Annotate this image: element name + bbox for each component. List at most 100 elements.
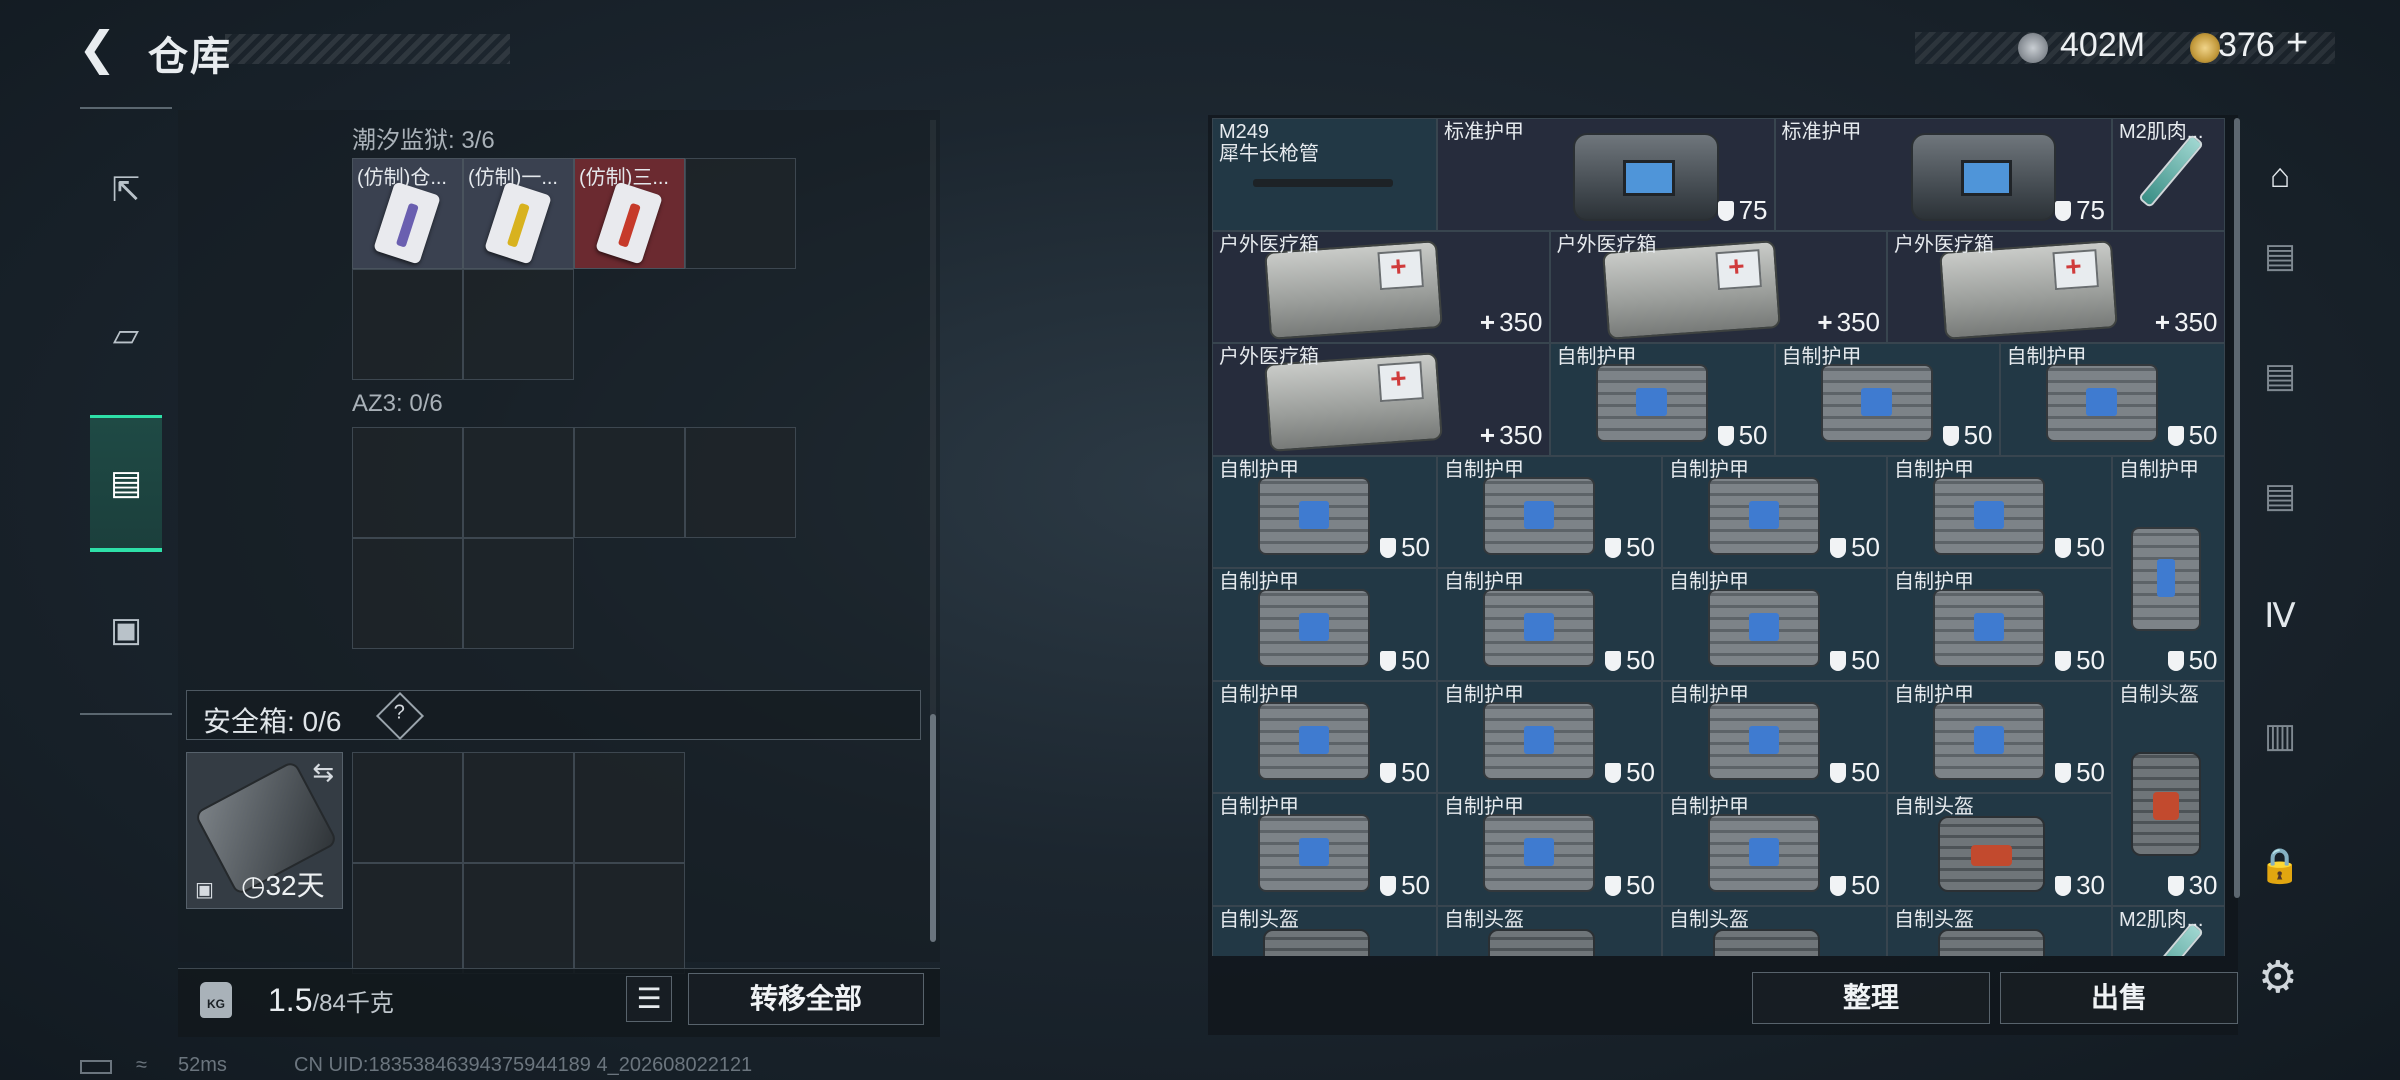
inventory-item[interactable]: 自制护甲 50 (1662, 680, 1887, 793)
keycard-image (595, 181, 663, 265)
armor-plate (1748, 613, 1780, 642)
heal-plus-icon: + (1479, 307, 1496, 337)
item-value-number: 350 (1836, 307, 1880, 337)
settings-gear-icon[interactable]: ⚙ (2258, 952, 2297, 1003)
empty-slot[interactable] (574, 752, 685, 863)
inventory-item[interactable]: 户外医疗箱 +350 (1887, 230, 2225, 343)
empty-slot[interactable] (574, 863, 685, 974)
storage-5-icon[interactable]: ▥ (2254, 710, 2306, 762)
inventory-item[interactable]: 户外医疗箱 +350 (1212, 343, 1550, 456)
inventory-item[interactable]: 自制护甲 50 (1999, 343, 2225, 456)
item-label: 标准护甲 (1444, 121, 1524, 143)
inventory-item[interactable]: 自制护甲 50 (1437, 455, 1662, 568)
gear-tab[interactable]: ▱ (90, 285, 162, 385)
inventory-item[interactable]: 自制护甲 50 (1662, 455, 1887, 568)
empty-slot[interactable] (352, 863, 463, 974)
item-value-number: 50 (2188, 419, 2218, 450)
tide-item[interactable]: (仿制)一... (463, 158, 574, 269)
inventory-item[interactable]: M249 犀牛长枪管 (1212, 118, 1437, 231)
shield-icon (2167, 875, 2184, 896)
inventory-item[interactable]: 自制护甲 50 (1662, 793, 1887, 906)
empty-slot[interactable] (352, 752, 463, 863)
inventory-item[interactable]: 自制护甲 50 (1887, 455, 2112, 568)
inventory-item[interactable]: 自制护甲 50 (1437, 793, 1662, 906)
item-value: 50 (1380, 870, 1430, 901)
list-view-button[interactable]: ☰ (626, 976, 672, 1022)
inventory-item[interactable]: 自制护甲 50 (1887, 680, 2112, 793)
inventory-item[interactable]: 标准护甲 75 (1437, 118, 1775, 231)
empty-slot[interactable] (463, 752, 574, 863)
vest-image (1933, 476, 2045, 555)
armor-icon: ▱ (112, 316, 140, 354)
swap-icon[interactable]: ⇆ (312, 757, 334, 788)
inventory-item[interactable]: 自制护甲 50 (1437, 680, 1662, 793)
back-icon[interactable]: ❮ (78, 25, 122, 71)
add-gold-button[interactable]: + (2286, 22, 2308, 65)
empty-slot[interactable] (352, 427, 463, 538)
inventory-item[interactable]: 自制护甲 50 (1549, 343, 1775, 456)
helm-image (1937, 928, 2045, 956)
empty-slot[interactable] (685, 158, 796, 269)
item-label: 自制护甲 (1894, 571, 1974, 593)
inventory-item[interactable]: 自制护甲 50 (1437, 568, 1662, 681)
inventory-item[interactable]: 自制头盔 30 (2112, 680, 2225, 906)
weapon-tab[interactable]: ⇱ (90, 140, 162, 240)
empty-slot[interactable] (463, 427, 574, 538)
inventory-item[interactable]: 标准护甲 75 (1774, 118, 2112, 231)
item-label: 自制护甲 (1669, 796, 1749, 818)
inventory-item[interactable]: 户外医疗箱 +350 (1212, 230, 1550, 343)
inventory-item[interactable]: 自制头盔 30 (1887, 793, 2112, 906)
armor-plate (1523, 500, 1555, 529)
dome-icon[interactable]: ⌂ (2254, 150, 2306, 202)
empty-slot[interactable] (463, 863, 574, 974)
shield-icon (1830, 650, 1847, 671)
inventory-item[interactable]: M2肌肉... (2112, 118, 2225, 231)
empty-slot[interactable] (574, 427, 685, 538)
inventory-item[interactable]: 自制护甲 50 (1212, 793, 1437, 906)
sell-button[interactable]: 出售 (2000, 972, 2238, 1024)
vest-image (1258, 814, 1370, 892)
vest-image (1933, 589, 2045, 667)
backpack-tab[interactable]: ▤ (90, 415, 162, 552)
inventory-item[interactable]: M2肌肉... (2112, 905, 2225, 956)
item-value-number: 50 (1738, 419, 1768, 450)
empty-slot[interactable] (352, 269, 463, 380)
storage-scrollbar[interactable] (2234, 118, 2240, 898)
inventory-item[interactable]: 自制护甲 50 (1887, 568, 2112, 681)
item-value-number: 30 (2076, 869, 2105, 900)
sort-button[interactable]: 整理 (1752, 972, 1990, 1024)
safe-box-label: 安全箱: 0/6 (203, 706, 342, 737)
storage-1-icon[interactable]: ▤ (2254, 230, 2306, 282)
inventory-item[interactable]: 自制护甲 50 (1662, 568, 1887, 681)
transfer-all-button[interactable]: 转移全部 (688, 973, 924, 1025)
empty-slot[interactable] (685, 427, 796, 538)
safe-box-item[interactable]: ⇆ ▣ ◷32天 (186, 752, 343, 909)
empty-slot[interactable] (463, 538, 574, 649)
inventory-item[interactable]: 户外医疗箱 +350 (1549, 230, 1887, 343)
tide-item[interactable]: (仿制)仓... (352, 158, 463, 269)
safe-duration: ◷32天 (241, 870, 325, 901)
loadout-scrollbar[interactable] (930, 714, 936, 942)
storage-2-icon[interactable]: ▤ (2254, 350, 2306, 402)
storage-3-icon[interactable]: ▤ (2254, 470, 2306, 522)
inventory-item[interactable]: 自制头盔 (1662, 905, 1887, 956)
inventory-item[interactable]: 自制头盔 (1212, 905, 1437, 956)
item-label: 自制护甲 (1669, 458, 1749, 481)
clock-icon: ◷ (241, 870, 266, 901)
inventory-item[interactable]: 自制护甲 50 (1212, 568, 1437, 681)
case-tab[interactable]: ▣ (90, 580, 162, 680)
inventory-item[interactable]: 自制护甲 50 (1212, 680, 1437, 793)
help-button[interactable]: ? (375, 691, 425, 741)
empty-slot[interactable] (463, 269, 574, 380)
tide-item[interactable]: (仿制)三... (574, 158, 685, 269)
empty-slot[interactable] (352, 538, 463, 649)
storage-4-icon[interactable]: Ⅳ (2254, 590, 2306, 642)
item-label: 自制护甲 (2119, 458, 2199, 481)
inventory-item[interactable]: 自制头盔 (1437, 905, 1662, 956)
inventory-item[interactable]: 自制护甲 50 (1212, 455, 1437, 568)
inventory-item[interactable]: 自制护甲 50 (1774, 343, 2000, 456)
inventory-item[interactable]: 自制头盔 (1887, 905, 2112, 956)
inventory-item[interactable]: 自制护甲 50 (2112, 455, 2225, 681)
shield-icon (2055, 650, 2072, 671)
lock-icon[interactable]: 🔒 (2254, 840, 2306, 892)
